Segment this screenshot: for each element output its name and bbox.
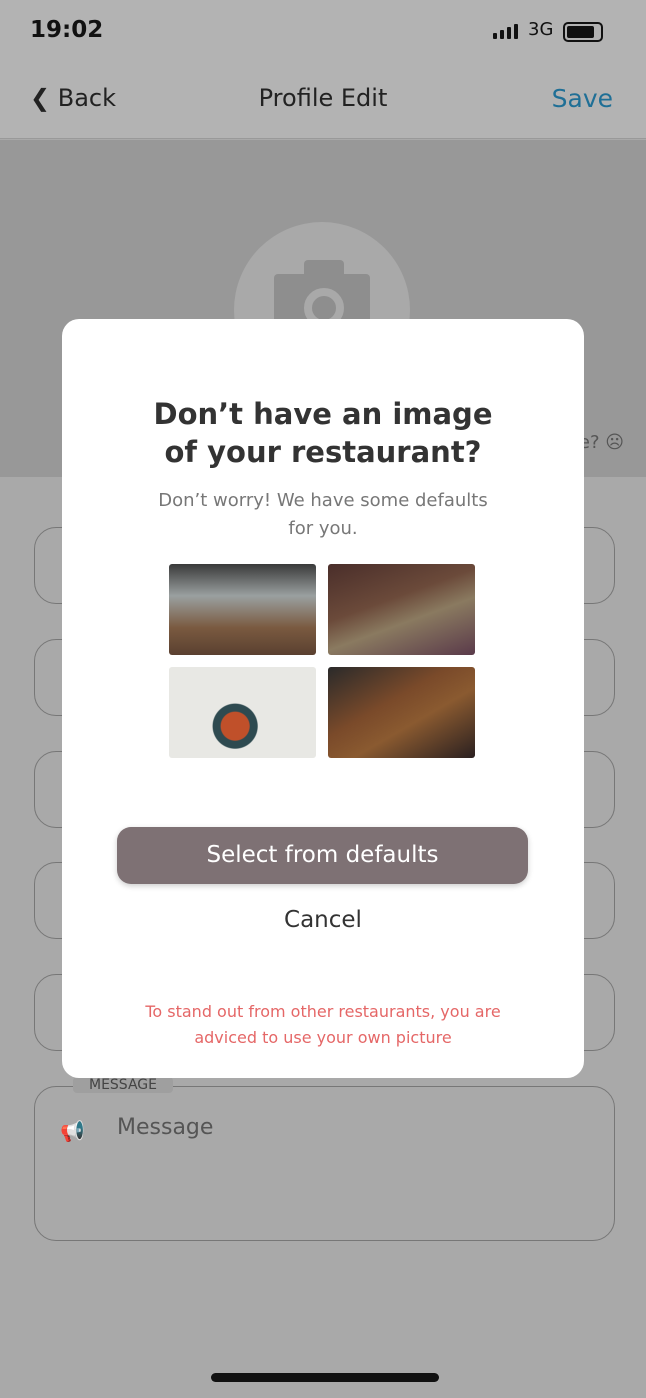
message-label: MESSAGE [73, 1077, 173, 1093]
default-image-restaurant-interior-1[interactable] [169, 564, 316, 655]
network-type: 3G [528, 19, 554, 40]
default-images-grid [169, 564, 475, 758]
message-placeholder: Message [117, 1115, 214, 1140]
cancel-button[interactable]: Cancel [62, 907, 584, 933]
save-button[interactable]: Save [552, 84, 613, 113]
default-image-restaurant-interior-2[interactable] [328, 564, 475, 655]
default-image-dining-table[interactable] [328, 667, 475, 758]
select-from-defaults-button[interactable]: Select from defaults [117, 827, 528, 884]
dialog-subtitle: Don’t worry! We have some defaults for yo… [158, 490, 488, 539]
warning-text: To stand out from other restaurants, you… [145, 1002, 501, 1047]
megaphone-icon: 📢 [60, 1119, 85, 1143]
nav-bar: ❮ Back Profile Edit Save [0, 62, 646, 139]
chevron-left-icon: ❮ [30, 84, 51, 112]
signal-icon [493, 24, 518, 39]
banner-hint: e? ☹ [578, 432, 624, 453]
default-image-food-plate[interactable] [169, 667, 316, 758]
dialog-title: Don’t have an image of your restaurant? [153, 397, 493, 469]
status-time: 19:02 [30, 17, 104, 43]
default-image-dialog: Don’t have an image of your restaurant? D… [62, 319, 584, 1078]
battery-icon [563, 22, 603, 42]
message-field[interactable]: MESSAGE 📢 Message [34, 1077, 615, 1241]
status-bar: 19:02 3G [0, 0, 646, 62]
back-button[interactable]: ❮ Back [30, 84, 116, 112]
back-label: Back [57, 84, 117, 112]
home-indicator [211, 1373, 439, 1382]
